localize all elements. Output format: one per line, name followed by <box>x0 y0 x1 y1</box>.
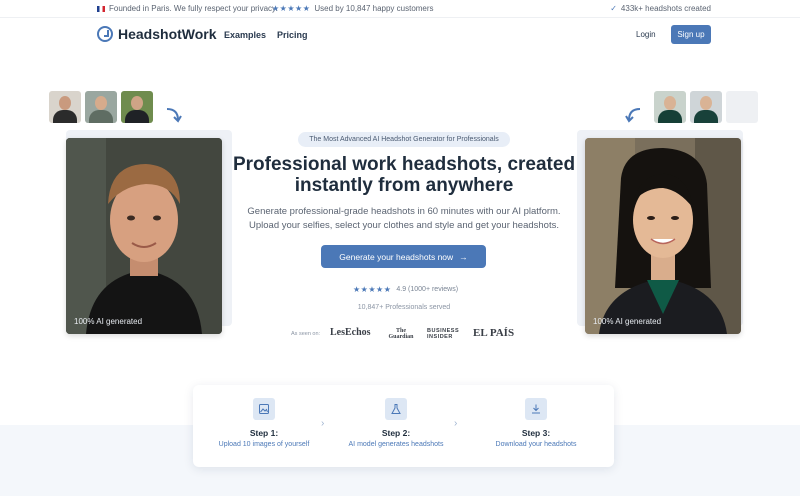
press-logo-elpais: EL PAÍS <box>473 327 515 339</box>
step-1: Step 1: Upload 10 images of yourself <box>209 398 319 448</box>
france-flag-icon <box>97 5 105 12</box>
sample-headshot-2 <box>690 91 722 123</box>
male-portrait-illustration <box>66 138 222 334</box>
star-rating-icon: ★★★★★ <box>353 285 392 294</box>
founded-note: Founded in Paris. We fully respect your … <box>97 4 278 13</box>
press-logo-lesechos: LesEchos <box>330 327 371 338</box>
ai-generated-caption: 100% AI generated <box>74 317 143 326</box>
headline-line-2: instantly from anywhere <box>294 175 514 196</box>
step-2: Step 2: AI model generates headshots <box>341 398 451 448</box>
female-portrait-image: 100% AI generated <box>585 138 741 334</box>
nav-examples[interactable]: Examples <box>224 30 266 40</box>
hero-headline: Professional work headshots, created ins… <box>230 154 578 196</box>
sample-selfie-2 <box>85 91 117 123</box>
subtitle-line-1: Generate professional-grade headshots in… <box>247 206 561 217</box>
generate-headshots-button[interactable]: Generate your headshots now → <box>321 245 486 268</box>
sample-selfie-3 <box>121 91 153 123</box>
seen-on-label: As seen on: <box>291 331 321 337</box>
tagline-badge: The Most Advanced AI Headshot Generator … <box>298 132 510 147</box>
login-link[interactable]: Login <box>636 30 656 39</box>
logo-text: HeadshotWork <box>118 26 217 42</box>
check-icon: ✓ <box>610 4 617 13</box>
arrow-right-icon: → <box>459 251 468 262</box>
image-icon <box>253 398 275 420</box>
sample-headshot-placeholder <box>726 91 758 123</box>
step-1-desc: Upload 10 images of yourself <box>218 441 310 448</box>
left-portrait-card: 100% AI generated <box>64 128 232 334</box>
hero-subtitle: Generate professional-grade headshots in… <box>232 205 576 233</box>
logo[interactable]: HeadshotWork <box>97 26 217 42</box>
right-portrait-card: 100% AI generated <box>577 128 743 334</box>
flask-icon <box>385 398 407 420</box>
headshots-count: ✓ 433k+ headshots created <box>610 4 711 13</box>
rating: ★★★★★ 4.9 (1000+ reviews) <box>353 285 458 294</box>
press-logo-guardian: The Guardian <box>388 328 414 340</box>
download-icon <box>525 398 547 420</box>
nav-pricing[interactable]: Pricing <box>277 30 308 40</box>
subtitle-line-2: Upload your selfies, select your clothes… <box>249 220 559 231</box>
step-3-desc: Download your headshots <box>495 441 577 448</box>
female-portrait-illustration <box>585 138 741 334</box>
sample-selfie-1 <box>49 91 81 123</box>
male-portrait-image: 100% AI generated <box>66 138 222 334</box>
step-3-title: Step 3: <box>521 428 551 438</box>
step-1-title: Step 1: <box>249 428 279 438</box>
announcement-bar: Founded in Paris. We fully respect your … <box>0 0 800 18</box>
served-count: 10,847+ Professionals served <box>357 304 451 311</box>
chevron-right-icon: › <box>321 418 325 429</box>
curved-arrow-left-icon <box>625 108 641 123</box>
step-3: Step 3: Download your headshots <box>481 398 591 448</box>
step-2-desc: AI model generates headshots <box>348 441 444 448</box>
sample-headshot-1 <box>654 91 686 123</box>
logo-icon <box>97 26 113 42</box>
step-2-title: Step 2: <box>381 428 411 438</box>
press-logo-business-insider: BUSINESS INSIDER <box>427 328 460 340</box>
curved-arrow-right-icon <box>166 108 182 123</box>
cta-label: Generate your headshots now <box>339 251 454 262</box>
founded-text: Founded in Paris. We fully respect your … <box>109 4 278 13</box>
headshots-created-text: 433k+ headshots created <box>620 4 711 13</box>
signup-button[interactable]: Sign up <box>671 25 711 44</box>
ai-generated-caption: 100% AI generated <box>593 317 662 326</box>
headline-line-1: Professional work headshots, created <box>232 154 576 175</box>
main-nav: HeadshotWork Examples Pricing Login Sign… <box>0 18 800 52</box>
star-rating-icon: ★★★★★ <box>272 4 311 13</box>
steps-card: Step 1: Upload 10 images of yourself › S… <box>193 385 614 467</box>
used-by-text: Used by 10,847 happy customers <box>314 4 434 13</box>
rating-text: 4.9 (1000+ reviews) <box>396 286 459 293</box>
customer-note: ★★★★★ Used by 10,847 happy customers <box>272 4 434 13</box>
chevron-right-icon: › <box>454 418 458 429</box>
